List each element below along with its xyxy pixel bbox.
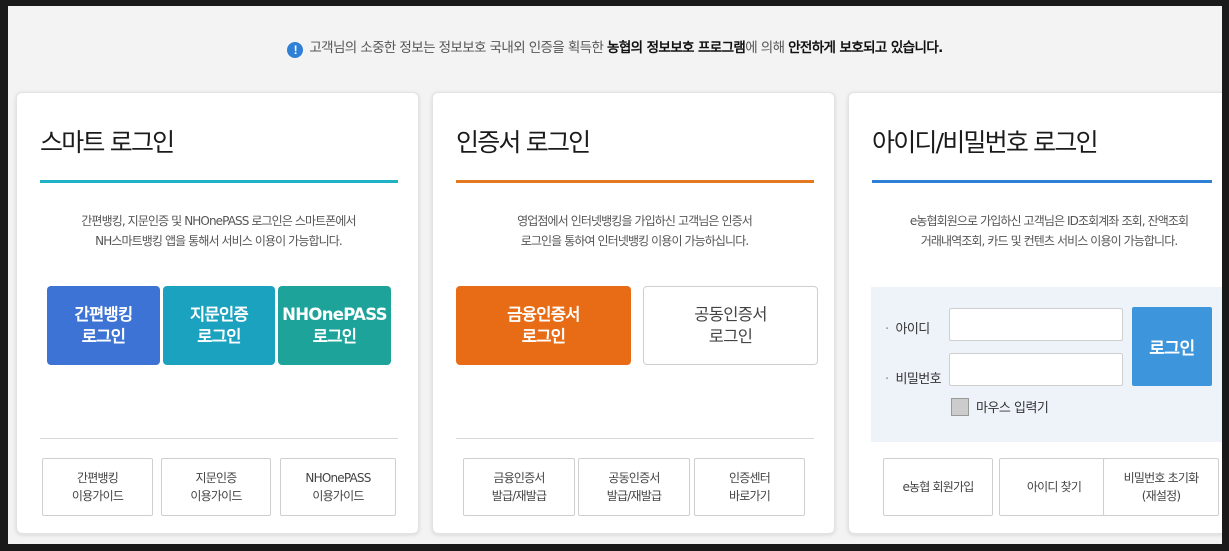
notice-bold-program: 농협의 정보보호 프로그램	[607, 40, 746, 56]
password-label-text: 비밀번호	[895, 372, 942, 387]
button-label: 로그인	[197, 326, 241, 346]
id-input[interactable]	[949, 308, 1123, 341]
id-label-text: 아이디	[895, 322, 931, 337]
button-label: NHOnePASS	[305, 471, 371, 485]
mouse-keyboard-checkbox[interactable]	[951, 397, 969, 416]
panel-title: 인증서 로그인	[456, 128, 591, 157]
password-label: · 비밀번호	[885, 372, 942, 387]
reset-password-button[interactable]: 비밀번호 초기화 (재설정)	[1103, 458, 1219, 516]
panel-description: e농협회원으로 가입하신 고객님은 ID조회계좌 조회, 잔액조회 거래내역조회…	[869, 211, 1222, 251]
certificate-login-panel: 인증서 로그인 영업점에서 인터넷뱅킹을 가입하신 고객님은 인증서 로그인을 …	[432, 92, 835, 534]
button-label: 비밀번호 초기화	[1123, 471, 1199, 485]
description-line: NH스마트뱅킹 앱을 통해서 서비스 이용이 가능합니다.	[95, 234, 343, 248]
financial-cert-login-button[interactable]: 금융인증서 로그인	[456, 286, 631, 365]
description-line: 로그인을 통하여 인터넷뱅킹 이용이 가능하십니다.	[520, 234, 749, 248]
button-label: (재설정)	[1141, 489, 1181, 503]
fingerprint-guide-button[interactable]: 지문인증이용가이드	[161, 458, 271, 516]
description-line: 영업점에서 인터넷뱅킹을 가입하신 고객님은 인증서	[517, 214, 753, 228]
login-button[interactable]: 로그인	[1132, 307, 1212, 386]
id-password-login-panel: 아이디/비밀번호 로그인 e농협회원으로 가입하신 고객님은 ID조회계좌 조회…	[848, 92, 1222, 534]
description-line: 간편뱅킹, 지문인증 및 NHOnePASS 로그인은 스마트폰에서	[81, 214, 356, 228]
financial-cert-issue-button[interactable]: 금융인증서발급/재발급	[463, 458, 575, 516]
panel-title: 스마트 로그인	[40, 128, 175, 157]
smart-login-panel: 스마트 로그인 간편뱅킹, 지문인증 및 NHOnePASS 로그인은 스마트폰…	[16, 92, 419, 534]
button-label: 아이디 찾기	[1026, 480, 1082, 494]
joint-cert-issue-button[interactable]: 공동인증서발급/재발급	[578, 458, 690, 516]
divider	[456, 438, 814, 439]
panel-title: 아이디/비밀번호 로그인	[872, 128, 1099, 157]
find-id-button[interactable]: 아이디 찾기	[999, 458, 1109, 516]
notice-text: 고객님의 소중한 정보는 정보보호 국내외 인증을 획득한	[309, 40, 608, 56]
notice-text-2: 에 의해	[745, 40, 789, 56]
button-label: 공동인증서	[608, 471, 660, 485]
notice-bold-safe: 안전하게 보호되고 있습니다.	[788, 40, 943, 56]
nhonepass-guide-button[interactable]: NHOnePASS 이용가이드	[280, 458, 396, 516]
title-underline	[40, 180, 398, 183]
button-label: 이용가이드	[190, 489, 242, 503]
button-label: 로그인	[312, 326, 357, 346]
cert-center-button[interactable]: 인증센터바로가기	[694, 458, 805, 516]
exclamation-icon: !	[287, 42, 304, 58]
signup-button[interactable]: e농협 회원가입	[883, 458, 993, 516]
joint-cert-login-button[interactable]: 공동인증서 로그인	[643, 286, 818, 365]
fingerprint-login-button[interactable]: 지문인증 로그인	[163, 286, 275, 365]
id-label: · 아이디	[885, 322, 931, 337]
simple-banking-guide-button[interactable]: 간편뱅킹이용가이드	[42, 458, 153, 516]
button-label: 간편뱅킹	[77, 471, 119, 485]
button-label: NHOnePASS	[282, 304, 387, 324]
panel-description: 영업점에서 인터넷뱅킹을 가입하신 고객님은 인증서 로그인을 통하여 인터넷뱅…	[443, 211, 826, 251]
button-label: 로그인	[708, 326, 753, 346]
button-label: 발급/재발급	[491, 489, 547, 503]
description-line: 거래내역조회, 카드 및 컨텐츠 서비스 이용이 가능합니다.	[920, 234, 1178, 248]
mouse-keyboard-label: 마우스 입력기	[976, 401, 1049, 416]
button-label: 이용가이드	[312, 489, 364, 503]
login-page: ! 고객님의 소중한 정보는 정보보호 국내외 인증을 획득한 농협의 정보보호 …	[8, 6, 1222, 544]
title-underline	[456, 180, 814, 183]
panel-description: 간편뱅킹, 지문인증 및 NHOnePASS 로그인은 스마트폰에서 NH스마트…	[27, 211, 410, 251]
button-label: 지문인증	[190, 304, 249, 324]
button-label: 이용가이드	[71, 489, 124, 503]
security-notice: ! 고객님의 소중한 정보는 정보보호 국내외 인증을 획득한 농협의 정보보호 …	[8, 36, 1222, 58]
button-label: 공동인증서	[694, 304, 767, 324]
divider	[40, 438, 398, 439]
password-input[interactable]	[949, 353, 1123, 386]
button-label: 로그인	[81, 326, 126, 346]
button-label: 로그인	[521, 326, 566, 346]
button-label: 바로가기	[729, 489, 771, 503]
button-label: 발급/재발급	[606, 489, 662, 503]
title-underline	[872, 180, 1212, 183]
nhonepass-login-button[interactable]: NHOnePASS 로그인	[278, 286, 391, 365]
button-label: 금융인증서	[507, 304, 580, 324]
mouse-keyboard-toggle[interactable]: 마우스 입력기	[951, 397, 1049, 416]
login-form: · 아이디 · 비밀번호 로그인 마우스 입력기	[871, 287, 1222, 442]
simple-banking-login-button[interactable]: 간편뱅킹 로그인	[47, 286, 160, 365]
description-line: e농협회원으로 가입하신 고객님은 ID조회계좌 조회, 잔액조회	[909, 214, 1189, 228]
button-label: 간편뱅킹	[74, 304, 134, 324]
button-label: e농협 회원가입	[902, 480, 974, 494]
button-label: 인증센터	[729, 471, 771, 485]
button-label: 금융인증서	[493, 471, 545, 485]
button-label: 지문인증	[195, 471, 238, 485]
